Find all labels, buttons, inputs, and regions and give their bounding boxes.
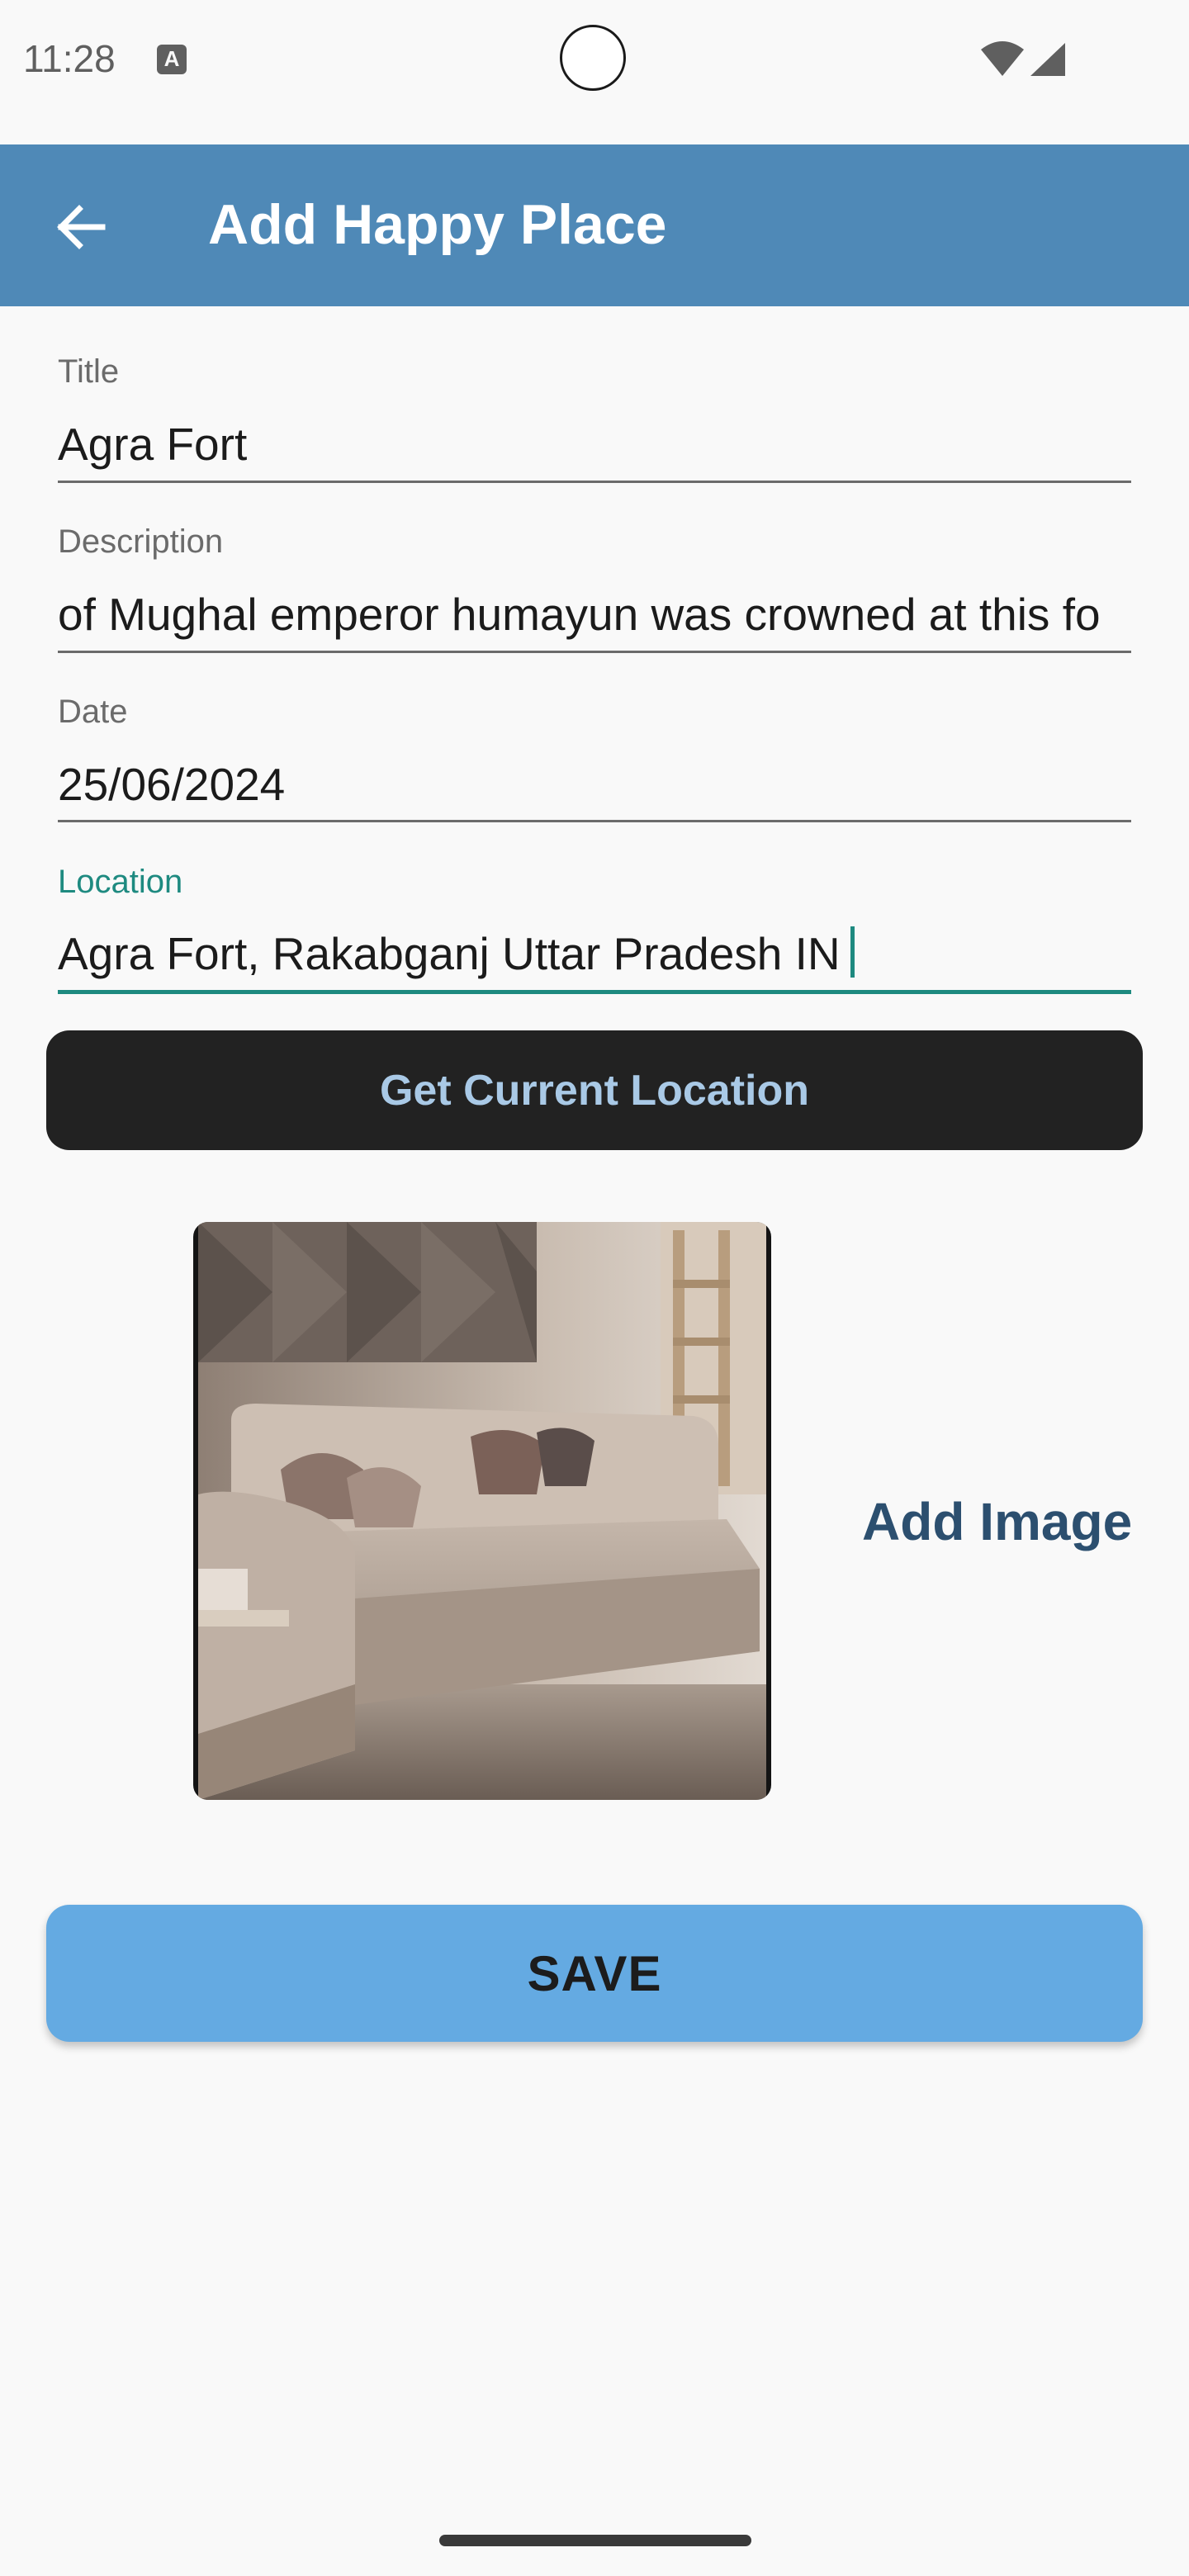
wifi-icon (981, 41, 1024, 76)
location-field[interactable]: Location Agra Fort, Rakabganj Uttar Prad… (58, 864, 1131, 996)
date-label: Date (58, 694, 128, 730)
place-image (198, 1222, 766, 1800)
home-indicator[interactable] (439, 2535, 751, 2546)
page-title: Add Happy Place (208, 193, 667, 256)
cellular-signal-icon (1030, 43, 1065, 76)
title-label: Title (58, 353, 120, 390)
back-button[interactable] (33, 187, 129, 267)
title-input[interactable]: Agra Fort (58, 418, 1131, 471)
add-image-button[interactable]: Add Image (862, 1491, 1132, 1552)
description-field[interactable]: Description of Mughal emperor humayun wa… (58, 523, 1131, 656)
location-input[interactable]: Agra Fort, Rakabganj Uttar Pradesh IN (58, 926, 1131, 980)
place-image-frame (193, 1222, 771, 1800)
date-field[interactable]: Date 25/06/2024 (58, 694, 1131, 826)
title-underline (58, 481, 1131, 483)
arrow-back-icon (57, 205, 106, 249)
keyboard-notification-icon: A (157, 45, 187, 74)
text-cursor (850, 926, 855, 978)
location-input-text: Agra Fort, Rakabganj Uttar Pradesh IN (58, 928, 841, 979)
get-current-location-label: Get Current Location (379, 1066, 810, 1115)
status-bar: 11:28 A (0, 0, 1189, 144)
save-button[interactable]: SAVE (46, 1905, 1143, 2042)
description-label: Description (58, 523, 224, 560)
app-bar: Add Happy Place (0, 144, 1189, 306)
get-current-location-button[interactable]: Get Current Location (46, 1030, 1143, 1150)
location-underline (58, 990, 1131, 994)
date-underline (58, 820, 1131, 822)
location-label: Location (58, 864, 183, 900)
status-time: 11:28 (23, 37, 116, 80)
date-input[interactable]: 25/06/2024 (58, 758, 1131, 811)
description-input[interactable]: of Mughal emperor humayun was crowned at… (58, 588, 1131, 641)
description-underline (58, 651, 1131, 653)
camera-cutout (560, 25, 626, 91)
title-field[interactable]: Title Agra Fort (58, 353, 1131, 485)
save-label: SAVE (527, 1945, 662, 2001)
